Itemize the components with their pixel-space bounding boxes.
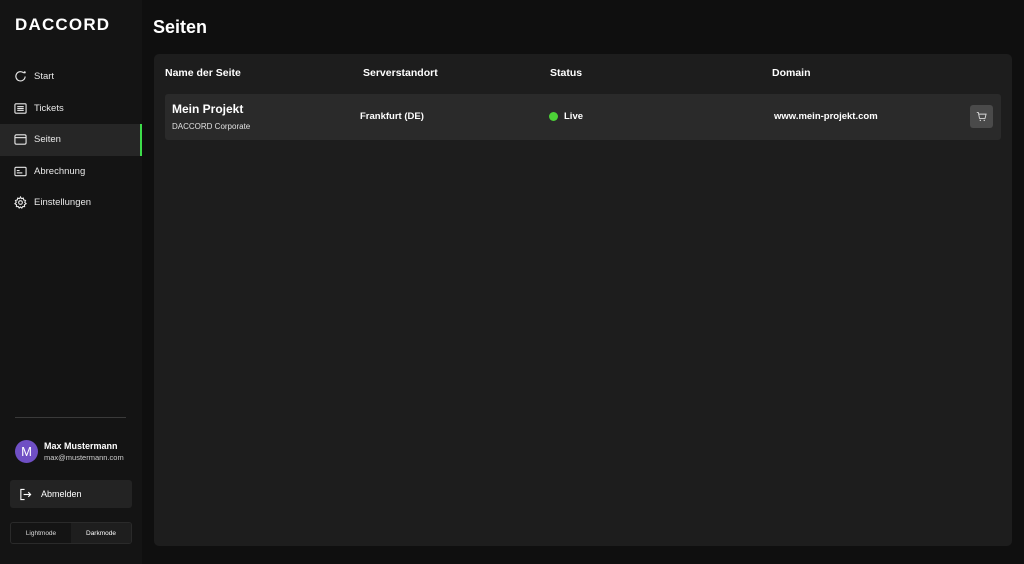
sidebar-nav: Start Tickets Seiten Abrechnung Einstell…: [0, 61, 142, 219]
sidebar-item-label: Abrechnung: [34, 165, 86, 177]
table-header: Name der Seite Serverstandort Status Dom…: [154, 67, 1012, 81]
sidebar-divider: [15, 417, 126, 418]
user-name: Max Mustermann: [44, 441, 118, 451]
darkmode-button[interactable]: Darkmode: [71, 523, 131, 543]
billing-icon: [14, 165, 27, 178]
logout-label: Abmelden: [41, 489, 82, 499]
column-header-status: Status: [550, 67, 583, 79]
status-dot-icon: [549, 112, 558, 121]
user-info: Max Mustermann max@mustermann.com: [44, 441, 124, 462]
sidebar-item-abrechnung[interactable]: Abrechnung: [0, 156, 142, 188]
logout-button[interactable]: Abmelden: [10, 480, 132, 508]
column-header-name: Name der Seite: [165, 67, 241, 79]
sidebar-item-einstellungen[interactable]: Einstellungen: [0, 187, 142, 219]
sidebar-item-start[interactable]: Start: [0, 61, 142, 93]
status-label: Live: [564, 111, 584, 122]
sidebar-item-label: Tickets: [34, 102, 64, 114]
column-header-domain: Domain: [772, 67, 811, 79]
project-subtitle: DACCORD Corporate: [172, 122, 251, 131]
gear-icon: [14, 196, 27, 210]
logout-icon: [20, 488, 32, 500]
table-row[interactable]: Mein Projekt DACCORD Corporate Frankfurt…: [165, 94, 1001, 140]
theme-toggle: Lightmode Darkmode: [10, 522, 132, 544]
sidebar-item-label: Seiten: [34, 134, 61, 146]
brand-logo[interactable]: DACCORD: [15, 15, 110, 35]
tickets-icon: [14, 102, 27, 115]
cart-button[interactable]: [970, 105, 993, 128]
start-icon: [14, 70, 27, 83]
avatar: M: [15, 440, 38, 463]
lightmode-button[interactable]: Lightmode: [11, 523, 71, 543]
server-location: Frankfurt (DE): [360, 111, 424, 122]
user-email: max@mustermann.com: [44, 453, 124, 462]
user-profile[interactable]: M Max Mustermann max@mustermann.com: [15, 440, 124, 463]
sidebar-item-label: Einstellungen: [34, 197, 92, 209]
pages-table: Name der Seite Serverstandort Status Dom…: [154, 54, 1012, 546]
sidebar-item-tickets[interactable]: Tickets: [0, 93, 142, 125]
sidebar-item-label: Start: [34, 71, 55, 83]
project-name: Mein Projekt: [172, 102, 244, 116]
domain-link[interactable]: www.mein-projekt.com: [774, 111, 878, 122]
sidebar: DACCORD Start Tickets Seiten Abrechnung …: [0, 0, 142, 564]
page-title: Seiten: [153, 17, 208, 37]
column-header-location: Serverstandort: [363, 67, 438, 79]
status-badge: Live: [549, 111, 583, 122]
sidebar-item-seiten[interactable]: Seiten: [0, 124, 142, 156]
cart-icon: [976, 112, 987, 122]
browser-window-icon: [14, 133, 27, 146]
